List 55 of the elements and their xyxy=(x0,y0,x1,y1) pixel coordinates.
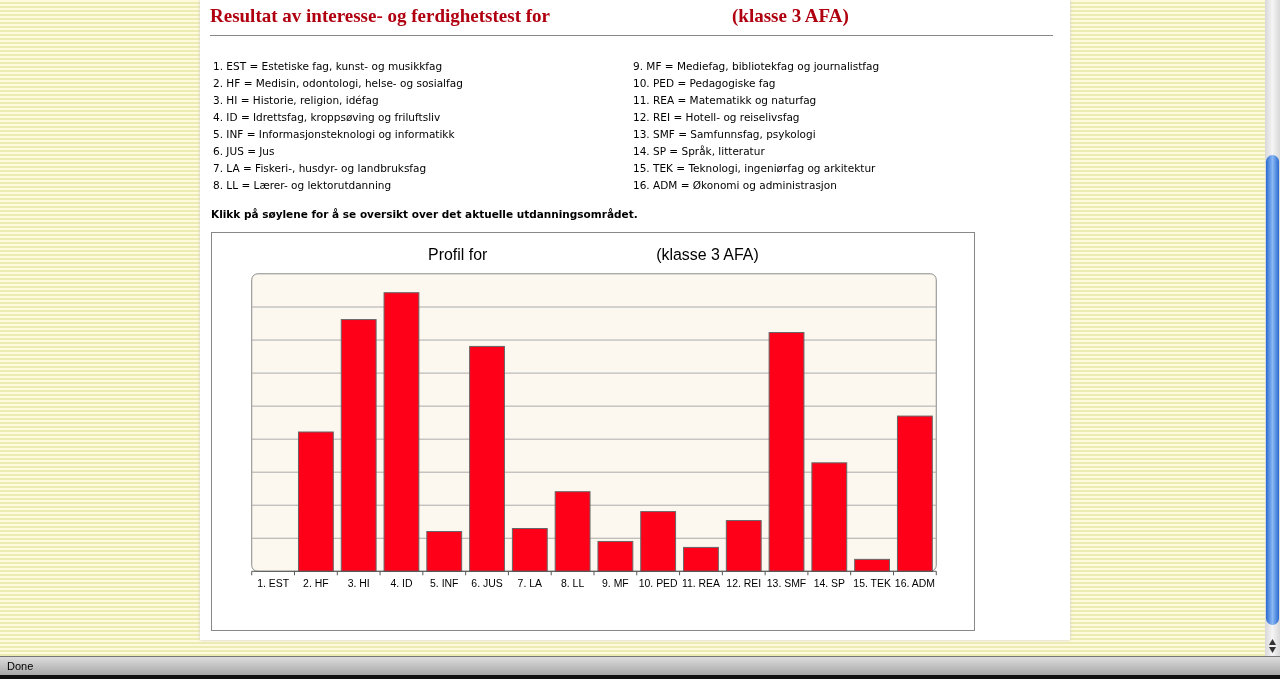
legend-item: 1. EST = Estetiske fag, kunst- og musikkfag xyxy=(213,59,444,74)
legend-item: 3. HI = Historie, religion, idéfag xyxy=(213,93,380,108)
scroll-down-icon[interactable] xyxy=(1269,647,1276,653)
status-text: Done xyxy=(7,660,34,672)
legend-item: 14. SP = Språk, litteratur xyxy=(633,144,766,159)
axis-label: 2. HF xyxy=(303,578,329,590)
instruction-text: Klikk på søylene for å se oversikt over det aktuelle utdanningsområdet. xyxy=(211,208,639,220)
axis-label: 4. ID xyxy=(390,578,413,590)
legend-item: 15. TEK = Teknologi, ingeniørfag og arkitektur xyxy=(633,161,877,176)
legend-item: 13. SMF = Samfunnsfag, psykologi xyxy=(633,127,817,142)
scrollbar[interactable] xyxy=(1265,0,1280,656)
axis-label: 5. INF xyxy=(430,578,459,590)
legend-item: 7. LA = Fiskeri-, husdyr- og landbruksfag xyxy=(213,161,428,176)
class-label: (klasse 3 AFA) xyxy=(732,5,849,27)
legend-item: 11. REA = Matematikk og naturfag xyxy=(633,93,818,108)
axis-label: 10. PED xyxy=(638,578,678,590)
bar[interactable] xyxy=(854,558,890,572)
legend-item: 6. JUS = Jus xyxy=(213,144,276,159)
axis-label: 12. REI xyxy=(726,578,762,590)
bar[interactable] xyxy=(511,528,548,572)
legend-item: 5. INF = Informasjonsteknologi og informatikk xyxy=(213,127,456,142)
axis-label: 9. MF xyxy=(602,578,629,590)
axis-label: 15. TEK xyxy=(853,578,891,590)
bar[interactable] xyxy=(725,520,762,572)
axis-label: 8. LL xyxy=(561,578,585,590)
legend-item: 10. PED = Pedagogiske fag xyxy=(633,76,777,91)
axis-label: 3. HI xyxy=(347,578,370,590)
bar[interactable] xyxy=(768,332,805,572)
bar[interactable] xyxy=(383,292,420,572)
bar[interactable] xyxy=(340,319,377,572)
bar[interactable] xyxy=(426,531,463,572)
axis-label: 6. JUS xyxy=(471,578,503,590)
axis-label: 11. REA xyxy=(681,578,720,590)
legend-item: 16. ADM = Økonomi og administrasjon xyxy=(633,178,838,193)
axis-label: 7. LA xyxy=(517,578,542,590)
legend-item: 12. REI = Hotell- og reiselivsfag xyxy=(633,110,801,125)
scroll-up-icon[interactable] xyxy=(1269,639,1276,645)
bar[interactable] xyxy=(640,511,677,572)
chart-subtitle: (klasse 3 AFA) xyxy=(656,245,759,263)
bar[interactable] xyxy=(597,540,634,572)
legend-item: 8. LL = Lærer- og lektorutdanning xyxy=(213,178,393,193)
bar[interactable] xyxy=(811,462,848,572)
axis-label: 1. EST xyxy=(257,578,290,590)
axis-label: 13. SMF xyxy=(766,578,807,590)
axis-label: 14. SP xyxy=(813,578,845,590)
legend-item: 2. HF = Medisin, odontologi, helse- og sosialfag xyxy=(213,76,464,91)
page-heading: Resultat av interesse- og ferdighetstest for xyxy=(210,5,551,27)
bar[interactable] xyxy=(554,491,591,572)
bar[interactable] xyxy=(683,546,719,572)
bar[interactable] xyxy=(896,415,933,572)
chart-title: Profil for xyxy=(428,245,488,263)
axis-label: 16. ADM xyxy=(894,578,935,590)
legend-item: 9. MF = Mediefag, bibliotekfag og journalistfag xyxy=(633,59,881,74)
scrollbar-thumb[interactable] xyxy=(1266,155,1279,625)
legend-item: 4. ID = Idrettsfag, kroppsøving og friluftsliv xyxy=(213,110,442,125)
